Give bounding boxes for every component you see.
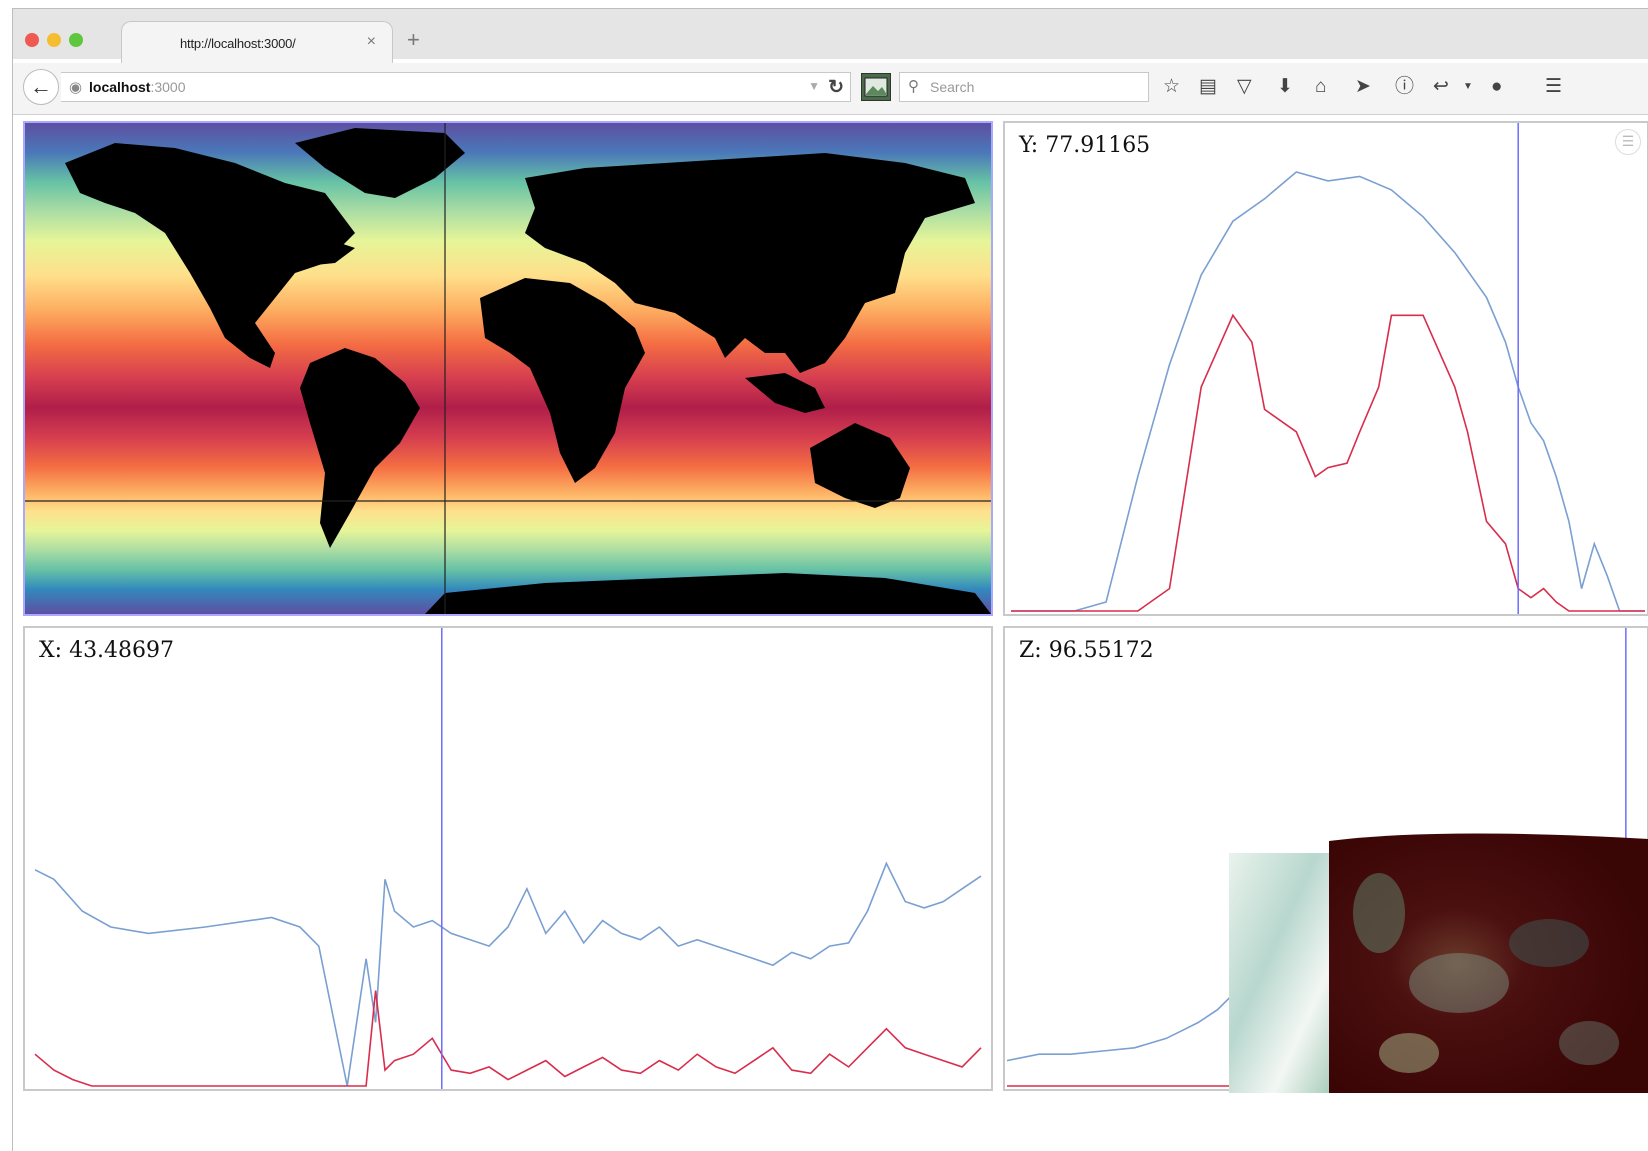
y_profile-series-0 bbox=[1011, 171, 1645, 612]
url-host: localhost bbox=[89, 79, 151, 95]
volume-3d-view[interactable] bbox=[1229, 833, 1648, 1093]
url-port: :3000 bbox=[150, 79, 186, 95]
x-profile-panel[interactable]: X: 43.48697 bbox=[23, 626, 993, 1091]
sea-temperature-map[interactable] bbox=[25, 123, 991, 614]
y-profile-panel[interactable]: Y: 77.91165 ☰ bbox=[1003, 121, 1648, 616]
info-icon[interactable]: ⓘ bbox=[1395, 75, 1414, 99]
chat-icon[interactable]: ● bbox=[1491, 75, 1502, 99]
active-tab[interactable]: http://localhost:3000/ × bbox=[121, 21, 393, 63]
tab-title: http://localhost:3000/ bbox=[180, 36, 296, 51]
new-tab-button[interactable]: + bbox=[407, 29, 420, 51]
search-icon: ⚲ bbox=[908, 78, 919, 95]
back-arrow-icon: ← bbox=[30, 74, 52, 99]
back-button[interactable]: ← bbox=[23, 69, 59, 105]
bookmark-star-icon[interactable]: ☆ bbox=[1163, 75, 1180, 99]
navigation-bar: ← ◉ localhost:3000 ▼ ↻ ⚲ Search ☆ ▤ ▽ ⬇ … bbox=[13, 63, 1648, 115]
reload-icon[interactable]: ↻ bbox=[828, 76, 844, 99]
z_profile-series-0 bbox=[1006, 983, 1250, 1062]
close-window-button[interactable] bbox=[25, 33, 39, 47]
site-info-icon[interactable]: ◉ bbox=[69, 78, 82, 96]
browser-window: http://localhost:3000/ × + ← ◉ localhost… bbox=[12, 8, 1648, 1151]
search-placeholder: Search bbox=[930, 79, 975, 95]
x-profile-chart bbox=[34, 628, 982, 1089]
sea-temperature-map-panel[interactable] bbox=[23, 121, 993, 616]
url-bar[interactable]: ◉ localhost:3000 ▼ ↻ bbox=[61, 72, 851, 102]
tab-bar: http://localhost:3000/ × + bbox=[13, 9, 1648, 63]
x_profile-series-0 bbox=[34, 861, 982, 1087]
bookmarks-library-icon[interactable]: ▤ bbox=[1199, 75, 1217, 99]
y_profile-series-1 bbox=[1011, 313, 1645, 612]
hamburger-menu-icon[interactable]: ☰ bbox=[1545, 75, 1562, 99]
search-box[interactable]: ⚲ Search bbox=[899, 72, 1149, 102]
tab-close-icon[interactable]: × bbox=[367, 33, 376, 51]
extension-icon[interactable]: ↩ bbox=[1433, 75, 1449, 99]
z-profile-panel[interactable]: Z: 96.55172 bbox=[1003, 626, 1648, 1093]
maximize-window-button[interactable] bbox=[69, 33, 83, 47]
url-dropdown-icon[interactable]: ▼ bbox=[808, 79, 820, 93]
pocket-icon[interactable]: ▽ bbox=[1237, 75, 1252, 99]
send-icon[interactable]: ➤ bbox=[1355, 75, 1371, 99]
minimize-window-button[interactable] bbox=[47, 33, 61, 47]
screenshot-icon[interactable] bbox=[861, 73, 891, 101]
url-text: localhost:3000 bbox=[89, 79, 186, 95]
home-icon[interactable]: ⌂ bbox=[1315, 75, 1326, 99]
download-icon[interactable]: ⬇ bbox=[1277, 75, 1293, 99]
x_profile-series-1 bbox=[34, 990, 982, 1087]
y-profile-chart bbox=[1011, 123, 1645, 614]
extension-dropdown-icon[interactable]: ▼ bbox=[1463, 75, 1473, 99]
